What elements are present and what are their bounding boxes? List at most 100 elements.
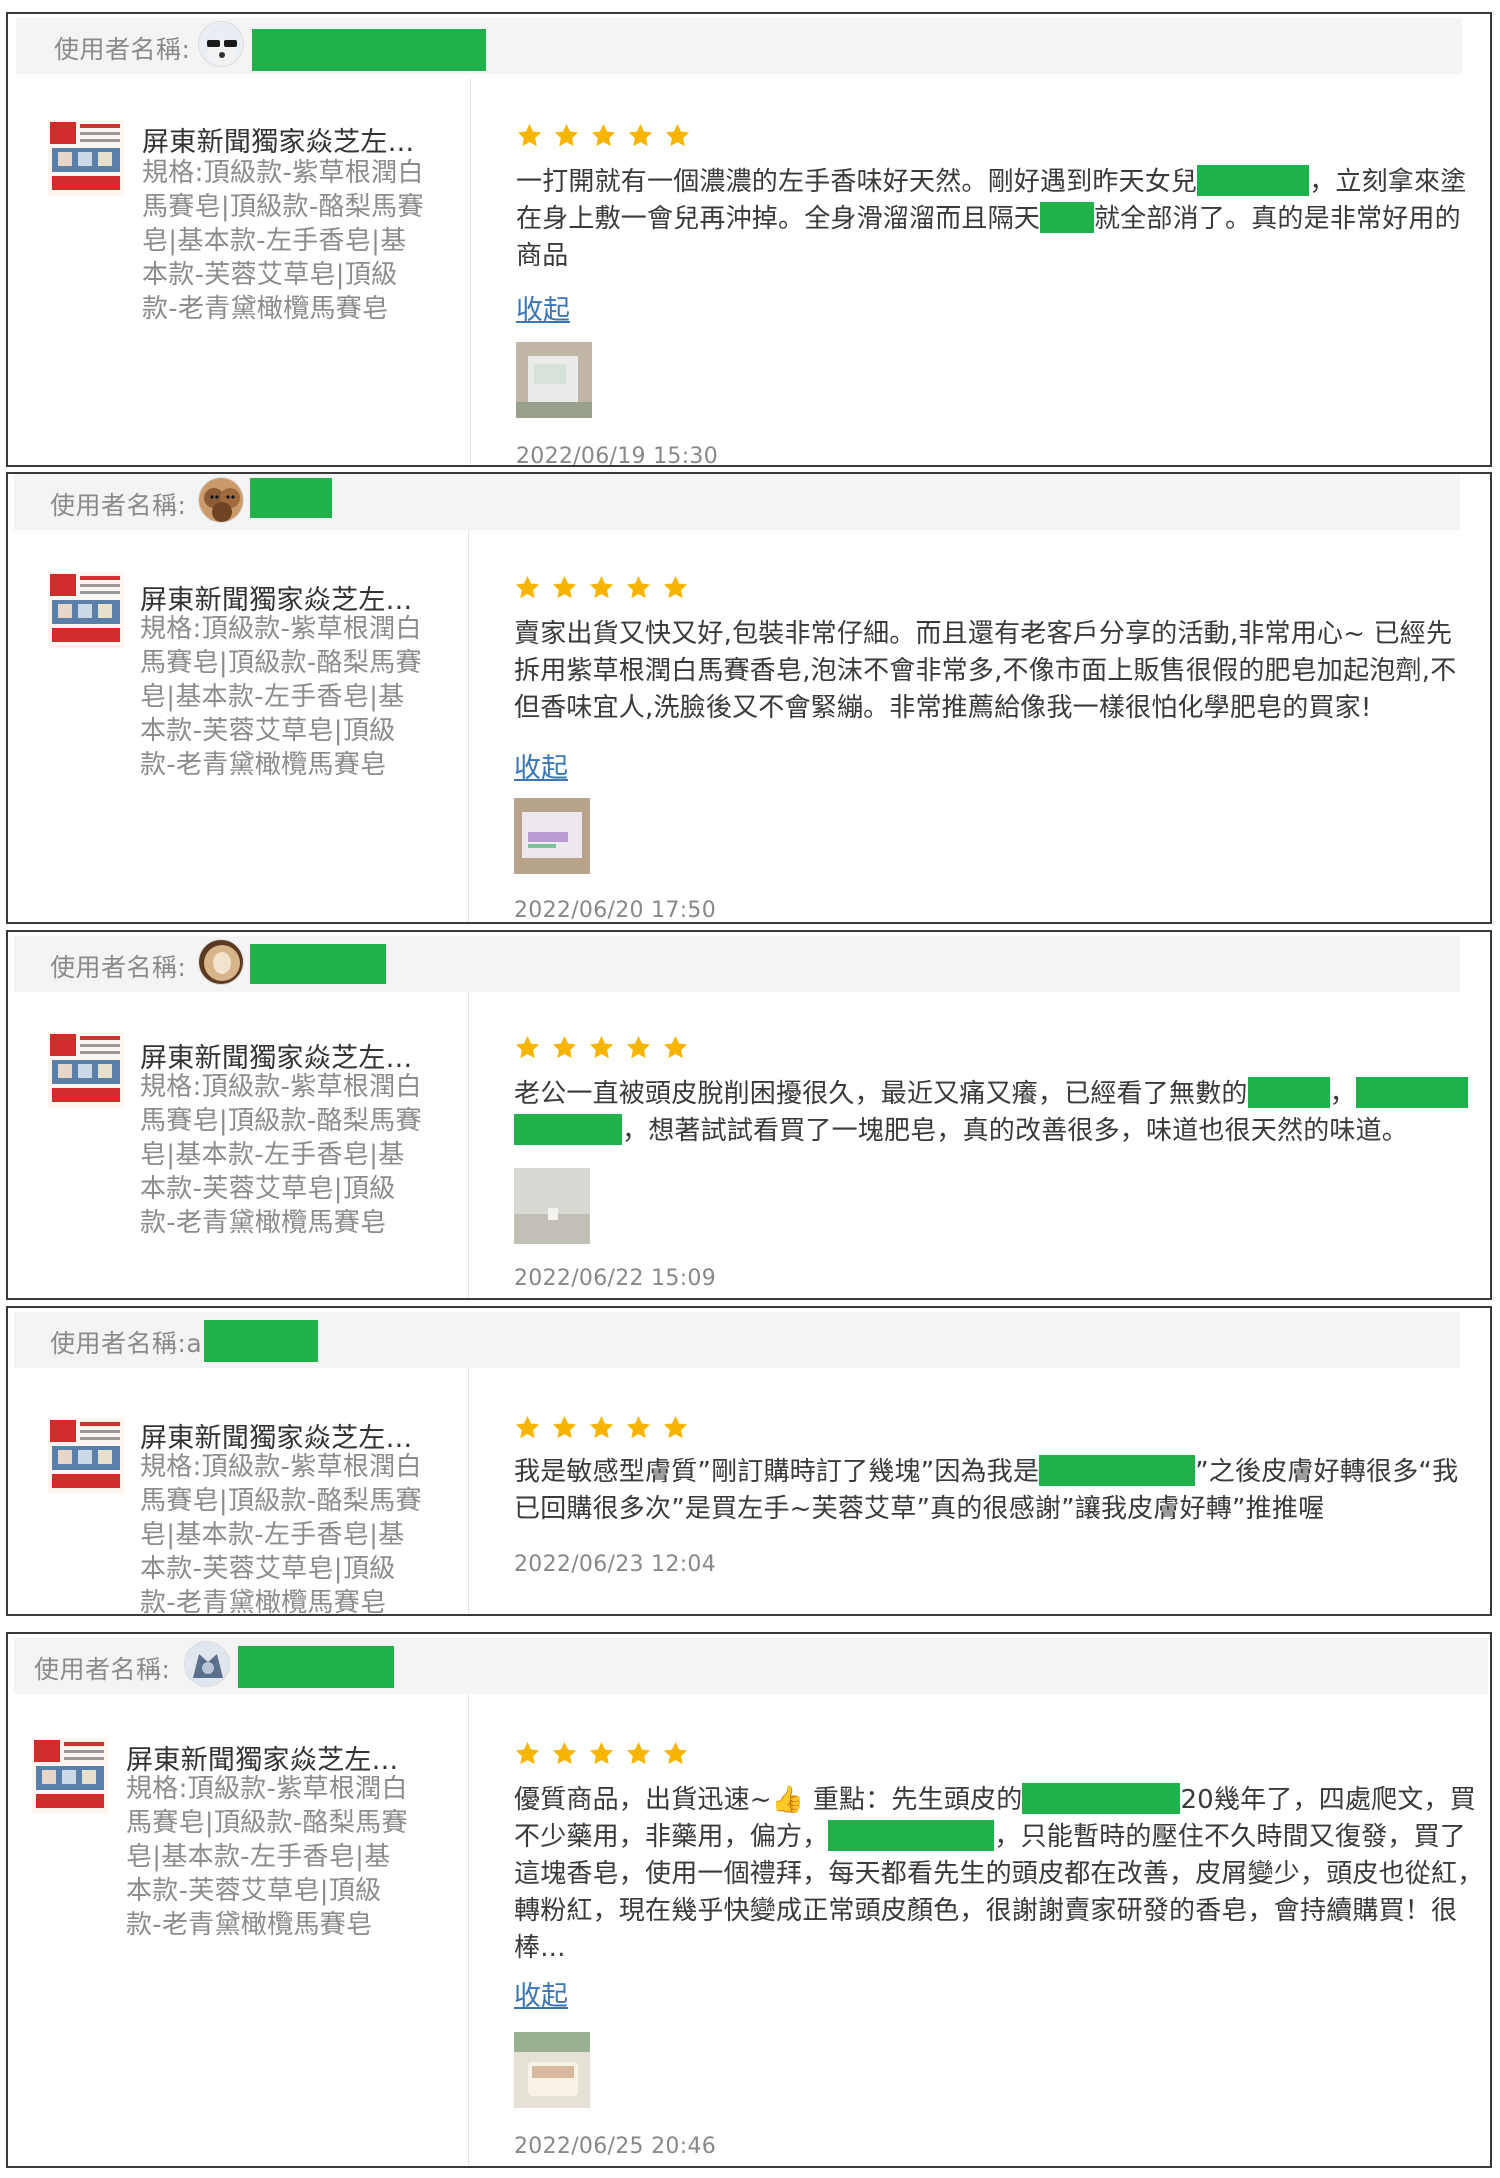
star-rating bbox=[514, 1414, 699, 1444]
product-spec: 規格:頂級款-紫草根潤白馬賽皂|頂級款-酪梨馬賽皂|基本款-左手香皂|基本款-芙… bbox=[140, 1072, 422, 1238]
product-thumbnail[interactable] bbox=[48, 120, 124, 196]
review-date: 2022/06/20 17:50 bbox=[514, 898, 716, 923]
review-text-part: 老公一直被頭皮脫削困擾很久，最近又痛又癢，已經看了無數的 bbox=[514, 1079, 1248, 1109]
product-thumbnail[interactable] bbox=[48, 1032, 124, 1108]
review-photo[interactable] bbox=[516, 342, 592, 418]
review-text: 一打開就有一個濃濃的左手香味好天然。剛好遇到昨天女兒 ，立刻拿來塗在身上敷一會兒再… bbox=[516, 164, 1476, 275]
collapse-link[interactable]: 收起 bbox=[514, 1974, 568, 2013]
review-card: 使用者名稱: 屏東新聞獨家焱芝左... 規格:頂級款-紫草根潤白馬賽皂|頂級款-… bbox=[6, 12, 1492, 467]
redacted-text bbox=[1039, 1455, 1196, 1486]
redacted-text bbox=[1355, 1077, 1468, 1108]
star-icon bbox=[551, 1740, 578, 1767]
product-spec: 規格:頂級款-紫草根潤白馬賽皂|頂級款-酪梨馬賽皂|基本款-左手香皂|基本款-芙… bbox=[142, 158, 424, 324]
redacted-text bbox=[1197, 165, 1310, 196]
star-icon bbox=[588, 574, 615, 601]
review-text-part: ， bbox=[1329, 1079, 1356, 1109]
username-label: 使用者名稱: bbox=[50, 953, 187, 982]
reviewer-header: 使用者名稱: bbox=[14, 474, 1460, 530]
review-text-part: 賣家出貨又快又好,包裝非常仔細。而且還有老客戶分享的活動,非常用心~ 已經先拆用… bbox=[514, 619, 1457, 723]
star-icon bbox=[662, 574, 689, 601]
redacted-text bbox=[514, 1114, 622, 1145]
redacted-username bbox=[250, 944, 386, 984]
product-spec: 規格:頂級款-紫草根潤白馬賽皂|頂級款-酪梨馬賽皂|基本款-左手香皂|基本款-芙… bbox=[126, 1774, 408, 1940]
redacted-username bbox=[250, 478, 332, 518]
star-icon bbox=[590, 122, 617, 149]
column-divider bbox=[468, 1368, 469, 1614]
star-icon bbox=[662, 1034, 689, 1061]
star-rating bbox=[514, 1740, 699, 1770]
username-label: 使用者名稱:a bbox=[50, 1329, 203, 1358]
star-icon bbox=[627, 122, 654, 149]
product-thumbnail[interactable] bbox=[48, 572, 124, 648]
avatar bbox=[198, 21, 244, 67]
redacted-text bbox=[828, 1820, 995, 1851]
review-text-part: 一打開就有一個濃濃的左手香味好天然。剛好遇到昨天女兒 bbox=[516, 167, 1198, 197]
avatar bbox=[198, 939, 244, 985]
star-icon bbox=[516, 122, 543, 149]
column-divider bbox=[468, 992, 469, 1298]
product-thumbnail[interactable] bbox=[48, 1418, 124, 1494]
column-divider bbox=[468, 530, 469, 922]
collapse-link[interactable]: 收起 bbox=[514, 746, 568, 785]
star-rating bbox=[514, 574, 699, 604]
star-icon bbox=[514, 1740, 541, 1767]
redacted-text bbox=[1247, 1077, 1330, 1108]
review-card: 使用者名稱:a 屏東新聞獨家焱芝左... 規格:頂級款-紫草根潤白馬賽皂|頂級款… bbox=[6, 1306, 1492, 1616]
product-thumbnail[interactable] bbox=[32, 1738, 108, 1814]
review-text: 老公一直被頭皮脫削困擾很久，最近又痛又癢，已經看了無數的 ， ，想著試試看買了一塊肥… bbox=[514, 1076, 1476, 1150]
star-icon bbox=[588, 1414, 615, 1441]
review-card: 使用者名稱: 屏東新聞獨家焱芝左... 規格:頂級款-紫草根潤白馬賽皂|頂級款-… bbox=[6, 1632, 1492, 2168]
username-label: 使用者名稱: bbox=[54, 35, 191, 64]
product-spec: 規格:頂級款-紫草根潤白馬賽皂|頂級款-酪梨馬賽皂|基本款-左手香皂|基本款-芙… bbox=[140, 1452, 422, 1616]
review-card: 使用者名稱: 屏東新聞獨家焱芝左... 規格:頂級款-紫草根潤白馬賽皂|頂級款-… bbox=[6, 472, 1492, 924]
star-icon bbox=[625, 574, 652, 601]
avatar bbox=[184, 1641, 230, 1687]
review-text: 我是敏感型膚質”剛訂購時訂了幾塊”因為我是 ”之後皮膚好轉很多“我已回購很多次”是… bbox=[514, 1454, 1476, 1528]
star-icon bbox=[588, 1740, 615, 1767]
reviewer-header: 使用者名稱:a bbox=[14, 1312, 1460, 1368]
review-text-part: 優質商品，出貨迅速~👍 重點：先生頭皮的 bbox=[514, 1785, 1023, 1815]
redacted-text bbox=[1022, 1783, 1181, 1814]
review-text: 賣家出貨又快又好,包裝非常仔細。而且還有老客戶分享的活動,非常用心~ 已經先拆用… bbox=[514, 616, 1476, 727]
review-photo[interactable] bbox=[514, 2032, 590, 2108]
star-icon bbox=[514, 574, 541, 601]
collapse-link[interactable]: 收起 bbox=[516, 288, 570, 327]
review-text-part: 我是敏感型膚質”剛訂購時訂了幾塊”因為我是 bbox=[514, 1457, 1040, 1487]
review-text: 優質商品，出貨迅速~👍 重點：先生頭皮的 20幾年了，四處爬文，買不少藥用，非藥用… bbox=[514, 1782, 1488, 1967]
username-label: 使用者名稱: bbox=[50, 491, 187, 520]
review-date: 2022/06/23 12:04 bbox=[514, 1552, 716, 1577]
review-photo[interactable] bbox=[514, 798, 590, 874]
star-icon bbox=[662, 1740, 689, 1767]
redacted-text bbox=[1040, 202, 1095, 233]
star-icon bbox=[551, 574, 578, 601]
reviewer-header: 使用者名稱: bbox=[14, 936, 1460, 992]
column-divider bbox=[470, 78, 471, 465]
username-label: 使用者名稱: bbox=[34, 1655, 171, 1684]
star-icon bbox=[588, 1034, 615, 1061]
review-date: 2022/06/22 15:09 bbox=[514, 1266, 716, 1291]
redacted-username bbox=[238, 1646, 394, 1688]
star-icon bbox=[662, 1414, 689, 1441]
star-icon bbox=[625, 1414, 652, 1441]
redacted-username bbox=[204, 1320, 318, 1362]
review-card: 使用者名稱: 屏東新聞獨家焱芝左... 規格:頂級款-紫草根潤白馬賽皂|頂級款-… bbox=[6, 930, 1492, 1300]
reviewer-header: 使用者名稱: bbox=[16, 18, 1462, 74]
review-photo[interactable] bbox=[514, 1168, 590, 1244]
product-name[interactable]: 屏東新聞獨家焱芝左... bbox=[142, 120, 432, 159]
star-icon bbox=[551, 1034, 578, 1061]
star-icon bbox=[553, 122, 580, 149]
column-divider bbox=[468, 1694, 469, 2166]
review-date: 2022/06/25 20:46 bbox=[514, 2134, 716, 2159]
review-date: 2022/06/19 15:30 bbox=[516, 444, 718, 467]
review-text-part: ，想著試試看買了一塊肥皂，真的改善很多，味道也很天然的味道。 bbox=[622, 1116, 1409, 1146]
avatar bbox=[198, 477, 244, 523]
star-icon bbox=[551, 1414, 578, 1441]
star-icon bbox=[625, 1740, 652, 1767]
product-spec: 規格:頂級款-紫草根潤白馬賽皂|頂級款-酪梨馬賽皂|基本款-左手香皂|基本款-芙… bbox=[140, 614, 422, 780]
star-icon bbox=[514, 1034, 541, 1061]
redacted-username bbox=[252, 29, 486, 71]
reviewer-header: 使用者名稱: bbox=[14, 1638, 1488, 1694]
star-rating bbox=[516, 122, 701, 152]
star-rating bbox=[514, 1034, 699, 1064]
star-icon bbox=[625, 1034, 652, 1061]
